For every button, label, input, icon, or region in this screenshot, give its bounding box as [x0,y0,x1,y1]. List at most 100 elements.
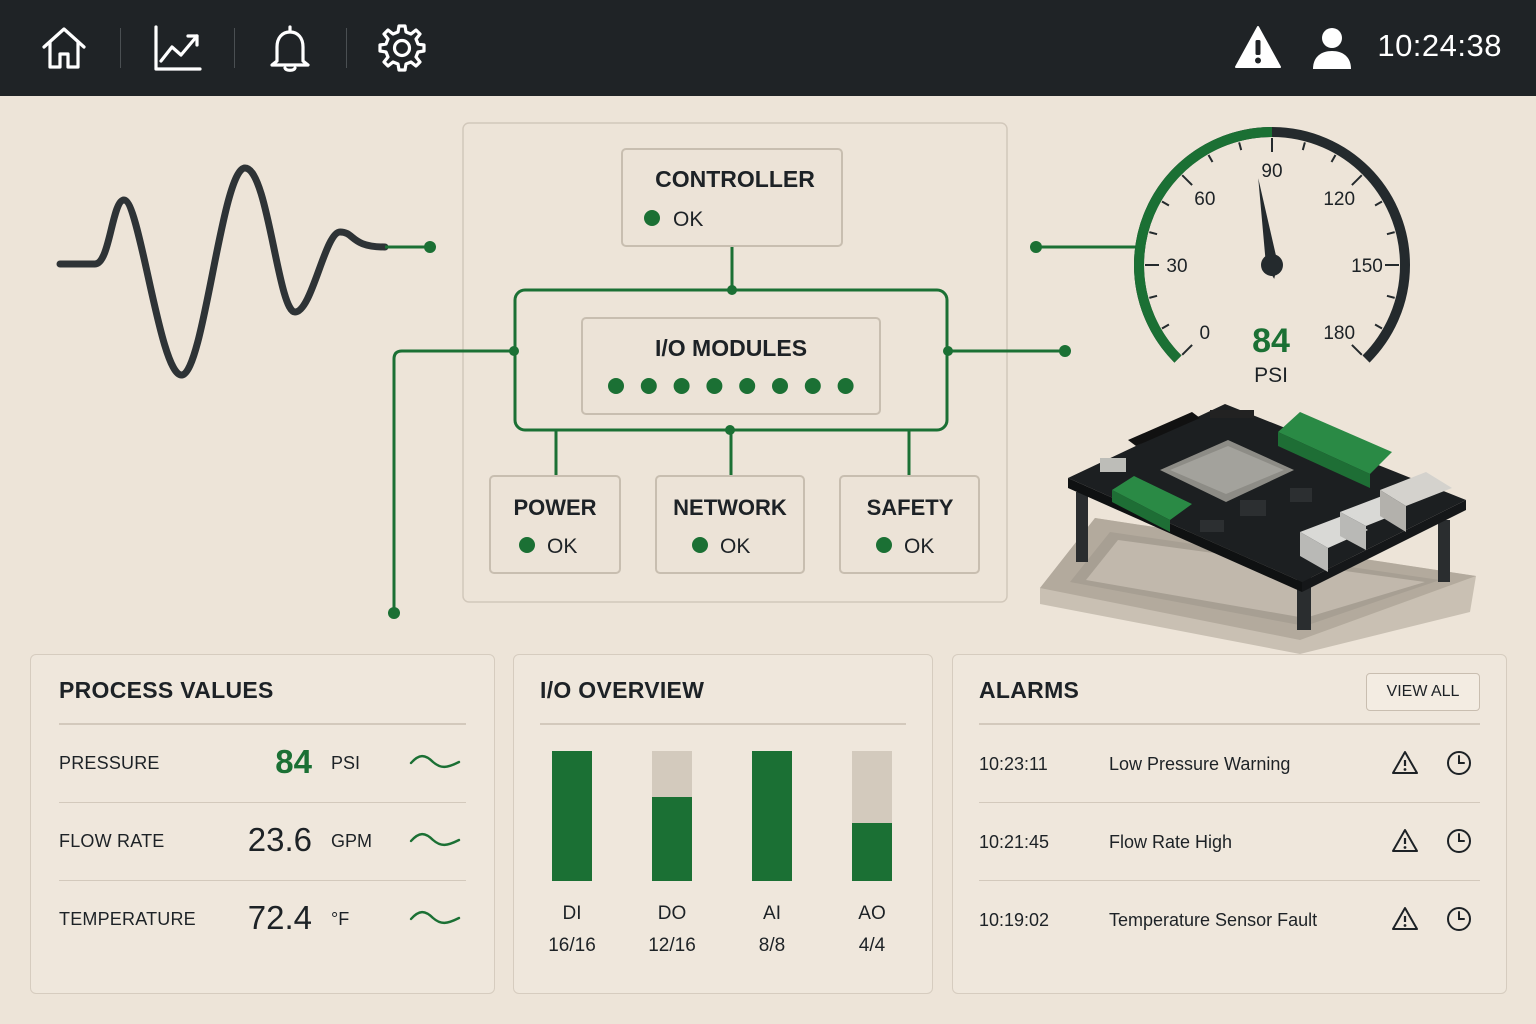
waveform-graphic [56,164,436,379]
clock-icon[interactable] [1445,749,1473,777]
gauge-tick [1149,294,1158,299]
process-unit: GPM [331,831,373,851]
io-led [673,378,690,394]
alarm-row[interactable]: 10:23:11 Low Pressure Warning [979,725,1480,803]
status-led [644,210,660,226]
io-channel-name: DO [657,903,687,924]
nav-divider [120,28,121,68]
controller-board-image [1040,404,1476,654]
network-box[interactable]: NETWORK OK [655,475,805,574]
io-bar-track [752,751,792,881]
pressure-gauge: 0 30 60 90 120 150 180 84 PSI [1133,127,1410,387]
io-led [640,378,657,394]
gauge-tick [1161,323,1170,330]
trend-chart-icon[interactable] [151,22,203,74]
process-label: TEMPERATURE [59,909,196,929]
gauge-tick [1330,154,1337,163]
alarm-time: 10:19:02 [979,910,1050,930]
io-overview-title: I/O OVERVIEW [540,677,705,703]
warning-icon[interactable] [1391,749,1419,777]
process-value: 72.4 [247,899,312,936]
io-bar-track [852,751,892,881]
warning-icon[interactable] [1391,905,1419,933]
gauge-value: 84 [1252,322,1290,360]
home-icon[interactable] [38,22,90,74]
alarms-title: ALARMS [979,677,1080,703]
trend-sparkline-icon [409,754,461,769]
power-box[interactable]: POWER OK [489,475,621,574]
io-modules-box[interactable]: I/O MODULES [581,317,881,415]
io-led [608,378,624,394]
gauge-tick-label: 60 [1194,189,1215,210]
process-label: FLOW RATE [59,831,165,851]
trend-sparkline-icon [409,832,461,847]
gauge-tick [1351,344,1363,356]
alarm-row[interactable]: 10:19:02 Temperature Sensor Fault [979,881,1480,959]
io-modules-title: I/O MODULES [655,335,807,361]
io-channel-name: AI [763,903,781,924]
io-bar-track [552,751,592,881]
io-channel-name: DI [562,903,582,924]
io-overview-panel: I/O OVERVIEW DI 16/16 DO 12/16 AI 8/8 AO… [513,654,933,994]
gauge-tick [1238,142,1243,151]
power-status: OK [547,535,577,558]
io-led [739,378,756,394]
gauge-tick-label: 90 [1261,161,1282,182]
bell-icon[interactable] [264,22,316,74]
gauge-tick-label: 30 [1166,256,1187,277]
gauge-unit: PSI [1254,364,1288,387]
process-value-row[interactable]: PRESSURE 84 PSI [59,725,466,803]
io-led [772,378,788,394]
alarm-row[interactable]: 10:21:45 Flow Rate High [979,803,1480,881]
alarm-time: 10:21:45 [979,832,1050,852]
io-channel-count: 4/4 [858,935,886,956]
divider [540,723,906,725]
io-led [706,378,723,394]
process-value-row[interactable]: TEMPERATURE 72.4 °F [59,881,466,959]
process-unit: PSI [331,753,361,773]
view-all-button[interactable]: VIEW ALL [1366,673,1480,711]
gauge-tick [1301,142,1306,151]
gauge-tick-label: 0 [1200,323,1211,344]
gauge-tick [1149,231,1158,236]
gauge-tick [1351,174,1363,186]
warning-icon[interactable] [1232,22,1284,74]
user-icon[interactable] [1306,22,1358,74]
alarm-time: 10:23:11 [979,754,1048,774]
status-led [519,537,535,553]
safety-status: OK [904,535,934,558]
status-led [692,537,708,553]
gauge-tick [1207,154,1214,163]
gauge-tick [1374,323,1383,330]
controller-title: CONTROLLER [655,166,815,192]
gauge-tick-label: 150 [1351,256,1383,277]
warning-icon[interactable] [1391,827,1419,855]
trend-sparkline-icon [409,910,461,925]
clock-icon[interactable] [1445,905,1473,933]
process-value: 23.6 [247,821,312,858]
process-value-row[interactable]: FLOW RATE 23.6 GPM [59,803,466,881]
process-unit: °F [331,909,350,929]
gauge-tick [1181,174,1193,186]
io-bar-fill [652,796,692,881]
clock-icon[interactable] [1445,827,1473,855]
io-led [804,378,821,394]
io-bar-fill [852,822,892,881]
io-channel-count: 16/16 [548,935,596,956]
controller-box[interactable]: CONTROLLER OK [621,148,843,247]
network-status: OK [720,535,750,558]
gauge-tick [1386,231,1395,236]
alarm-message: Flow Rate High [1109,832,1233,852]
power-title: POWER [513,495,596,520]
io-bar-track [652,751,692,881]
nav-divider [346,28,347,68]
nav-divider [234,28,235,68]
alarms-panel: ALARMS VIEW ALL 10:23:11 Low Pressure Wa… [952,654,1507,994]
safety-box[interactable]: SAFETY OK [839,475,980,574]
alarm-message: Low Pressure Warning [1109,754,1291,774]
gauge-hub [1261,254,1283,276]
controller-status: OK [673,208,703,231]
top-bar: 10:24:38 [0,0,1536,96]
gear-icon[interactable] [376,22,428,74]
process-values-title: PROCESS VALUES [59,677,274,703]
